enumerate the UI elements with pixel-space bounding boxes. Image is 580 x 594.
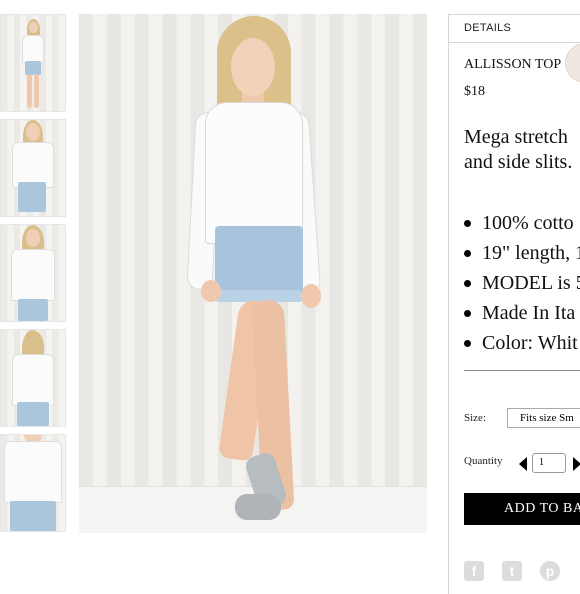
quantity-input[interactable]: 1 [532, 453, 566, 473]
details-panel: DETAILS ◔ ALLISSON TOP $18 Mega stretch … [448, 14, 580, 594]
thumbnail-list [0, 14, 67, 539]
divider [464, 370, 580, 371]
quantity-label: Quantity [464, 455, 503, 467]
twitter-icon[interactable]: t [502, 561, 522, 581]
feature-item: 100% cotto [464, 208, 580, 238]
thumbnail-image [18, 19, 48, 111]
feature-list: 100% cotto 19" length, 1 MODEL is 5 Made… [464, 208, 580, 358]
quantity-decrease-icon[interactable] [519, 457, 527, 471]
main-product-image[interactable] [79, 14, 427, 533]
zoom-icon[interactable]: ◔ [565, 43, 580, 83]
product-description: Mega stretch and side slits. [464, 125, 572, 175]
thumbnail-4[interactable] [0, 329, 66, 427]
add-to-bag-button[interactable]: ADD TO BAG [464, 493, 580, 525]
thumbnail-2[interactable] [0, 119, 66, 217]
quantity-increase-icon[interactable] [573, 457, 580, 471]
feature-item: MODEL is 5 [464, 268, 580, 298]
size-select[interactable]: Fits size Sm [507, 408, 580, 428]
details-header: DETAILS [464, 22, 512, 34]
description-line: Mega stretch [464, 126, 568, 148]
product-price: $18 [464, 84, 485, 99]
pinterest-icon[interactable]: p [540, 561, 560, 581]
description-line: and side slits. [464, 151, 573, 173]
model-photo [79, 14, 427, 533]
thumbnail-image [8, 225, 58, 321]
thumbnail-image [2, 435, 64, 531]
size-label: Size: [464, 412, 486, 424]
thumbnail-image [8, 330, 58, 426]
thumbnail-image [8, 120, 58, 216]
thumbnail-5[interactable] [0, 434, 66, 532]
thumbnail-1[interactable] [0, 14, 66, 112]
feature-item: Made In Ita [464, 298, 580, 328]
feature-item: 19" length, 1 [464, 238, 580, 268]
feature-item: Color: Whit [464, 328, 580, 358]
product-name: ALLISSON TOP [464, 57, 562, 72]
divider [449, 42, 580, 43]
thumbnail-3[interactable] [0, 224, 66, 322]
facebook-icon[interactable]: f [464, 561, 484, 581]
